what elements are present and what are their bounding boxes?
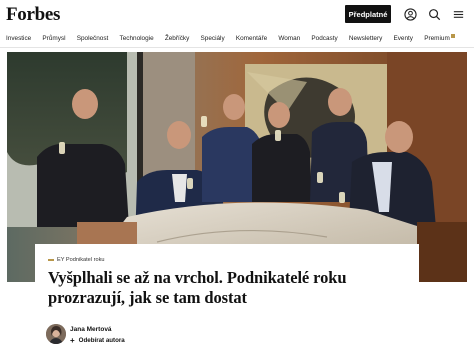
author-name[interactable]: Jana Mertová [70,326,112,333]
menu-icon[interactable] [451,7,465,21]
kicker-accent-line [48,259,54,261]
follow-author-button[interactable]: + Odebírat autora [70,335,125,345]
article-kicker[interactable]: EY Podnikatel roku [48,257,406,263]
article-card: EY Podnikatel roku Vyšplhali se až na vr… [35,244,419,314]
nav-item-eventy[interactable]: Eventy [393,35,413,42]
premium-badge-icon [450,33,455,38]
top-bar: Forbes Předplatné [0,0,474,30]
user-icon[interactable] [403,7,417,21]
nav-item-komentare[interactable]: Komentáře [236,35,267,42]
search-icon[interactable] [427,7,441,21]
nav-item-premium-label: Premium [424,34,450,42]
nav-item-prumysl[interactable]: Průmysl [42,35,65,42]
nav-divider [0,47,474,48]
nav-item-spolecnost[interactable]: Společnost [77,35,109,42]
nav-item-technologie[interactable]: Technologie [120,35,154,42]
follow-author-label: Odebírat autora [78,337,125,344]
author-avatar[interactable] [46,324,66,344]
nav-item-specialy[interactable]: Speciály [201,35,225,42]
article-headline: Vyšplhali se až na vrchol. Podnikatelé r… [48,268,347,307]
nav-item-zebricky[interactable]: Žebříčky [165,35,190,42]
plus-icon: + [70,335,75,345]
nav-item-woman[interactable]: Woman [278,35,300,42]
forbes-logo[interactable]: Forbes [6,4,60,26]
main-nav: Investice Průmysl Společnost Technologie… [0,30,474,46]
nav-item-podcasty[interactable]: Podcasty [311,35,337,42]
nav-item-investice[interactable]: Investice [6,35,31,42]
kicker-label: EY Podnikatel roku [57,257,105,263]
subscribe-button[interactable]: Předplatné [345,5,391,23]
nav-item-premium[interactable]: Premium [424,33,455,42]
nav-item-newslettery[interactable]: Newslettery [349,35,382,42]
